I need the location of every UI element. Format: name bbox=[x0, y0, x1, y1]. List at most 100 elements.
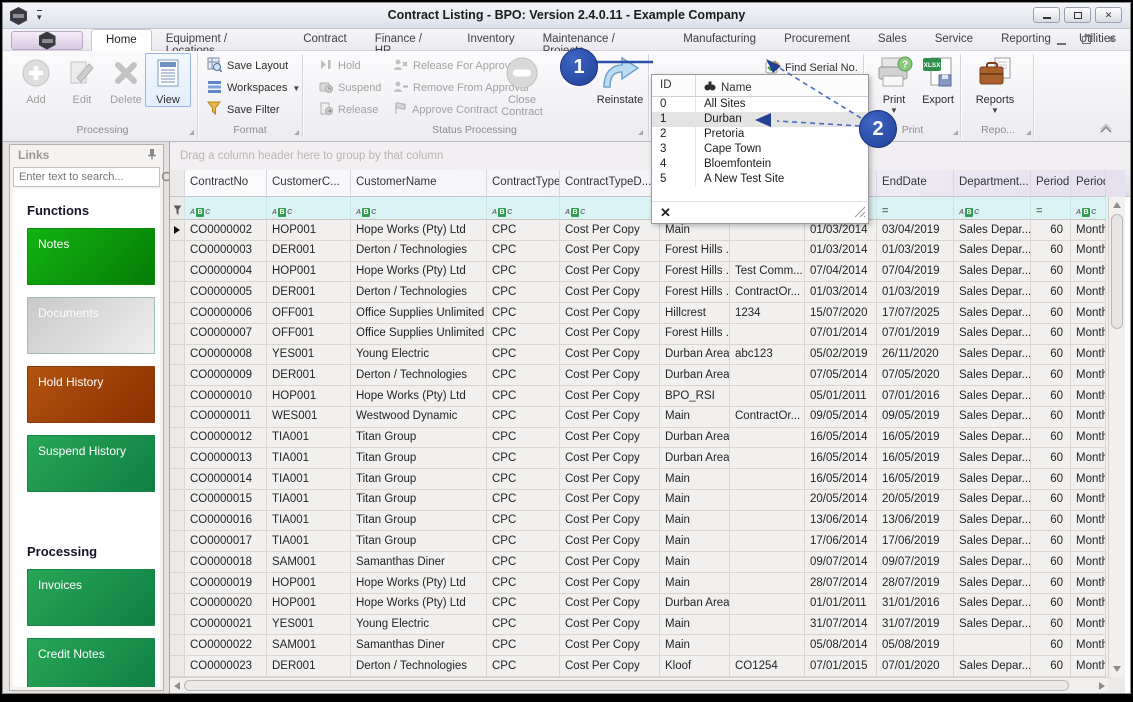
ribbon-restore-icon[interactable] bbox=[1082, 36, 1091, 44]
filter-cell[interactable]: ABC bbox=[351, 197, 487, 220]
tab-maintenance-projects[interactable]: Maintenance / Projects bbox=[529, 29, 670, 51]
tab-home[interactable]: Home bbox=[91, 29, 152, 51]
sidebar-item-hold-history[interactable]: Hold History bbox=[27, 366, 155, 423]
clear-filter-icon[interactable]: ✕ bbox=[660, 205, 671, 221]
tab-finance-hr[interactable]: Finance / HR bbox=[361, 29, 454, 51]
application-button[interactable] bbox=[11, 31, 83, 50]
horizontal-scroll-thumb[interactable] bbox=[184, 680, 1069, 691]
table-row[interactable]: CO0000016TIA001Titan GroupCPCCost Per Co… bbox=[170, 511, 1109, 532]
ribbon-close-icon[interactable]: ✕ bbox=[1107, 33, 1116, 46]
sidebar-item-suspend-history[interactable]: Suspend History bbox=[27, 435, 155, 492]
site-option[interactable]: 4Bloemfontein bbox=[652, 157, 868, 172]
table-row[interactable]: CO0000009DER001Derton / TechnologiesCPCC… bbox=[170, 365, 1109, 386]
dialog-launcher-icon[interactable] bbox=[638, 130, 643, 135]
filter-cell[interactable]: ABC bbox=[267, 197, 351, 220]
table-row[interactable]: CO0000014TIA001Titan GroupCPCCost Per Co… bbox=[170, 469, 1109, 490]
column-header[interactable]: ContractTypeD... bbox=[560, 170, 660, 197]
tab-manufacturing[interactable]: Manufacturing bbox=[669, 29, 770, 51]
save-filter-button[interactable]: Save Filter bbox=[207, 101, 280, 119]
workspaces-button[interactable]: Workspaces▼ bbox=[207, 79, 300, 97]
column-header[interactable]: EndDate bbox=[877, 170, 954, 197]
tab-procurement[interactable]: Procurement bbox=[770, 29, 864, 51]
column-header[interactable]: CustomerC... bbox=[267, 170, 351, 197]
sidebar-item-credit-notes[interactable]: Credit Notes bbox=[27, 638, 155, 687]
table-row[interactable]: CO0000023DER001Derton / TechnologiesCPCC… bbox=[170, 656, 1109, 677]
site-dropdown-col-id[interactable]: ID bbox=[652, 75, 696, 96]
site-option[interactable]: 0All Sites bbox=[652, 97, 868, 112]
scroll-right-icon[interactable] bbox=[1099, 682, 1105, 690]
table-row[interactable]: CO0000012TIA001Titan GroupCPCCost Per Co… bbox=[170, 428, 1109, 449]
print-button[interactable]: ? Print ▼ bbox=[871, 54, 917, 115]
table-row[interactable]: CO0000005DER001Derton / TechnologiesCPCC… bbox=[170, 282, 1109, 303]
table-row[interactable]: CO0000007OFF001Office Supplies Unlimited… bbox=[170, 324, 1109, 345]
table-row[interactable]: CO0000006OFF001Office Supplies Unlimited… bbox=[170, 303, 1109, 324]
column-header[interactable]: PeriodType bbox=[1071, 170, 1106, 197]
filter-cell[interactable]: = bbox=[877, 197, 954, 220]
dialog-launcher-icon[interactable] bbox=[1026, 130, 1031, 135]
filter-cell[interactable]: = bbox=[1031, 197, 1071, 220]
table-row[interactable]: CO0000019HOP001Hope Works (Pty) LtdCPCCo… bbox=[170, 573, 1109, 594]
column-header[interactable]: CustomerName bbox=[351, 170, 487, 197]
table-row[interactable]: CO0000004HOP001Hope Works (Pty) LtdCPCCo… bbox=[170, 262, 1109, 283]
filter-cell[interactable]: ABC bbox=[487, 197, 560, 220]
tab-reporting[interactable]: Reporting bbox=[987, 29, 1065, 51]
sidebar-item-invoices[interactable]: Invoices bbox=[27, 569, 155, 626]
dialog-launcher-icon[interactable] bbox=[953, 130, 958, 135]
export-button[interactable]: XLSX Export bbox=[915, 54, 961, 106]
save-layout-button[interactable]: Save Layout bbox=[207, 57, 288, 75]
search-input[interactable] bbox=[14, 168, 161, 186]
maximize-button[interactable] bbox=[1064, 7, 1091, 23]
tab-service[interactable]: Service bbox=[921, 29, 987, 51]
table-row[interactable]: CO0000002HOP001Hope Works (Pty) LtdCPCCo… bbox=[170, 220, 1109, 241]
dialog-launcher-icon[interactable] bbox=[294, 130, 299, 135]
vertical-scrollbar[interactable] bbox=[1108, 197, 1125, 677]
view-button[interactable]: View bbox=[145, 53, 191, 107]
column-header[interactable]: Department... bbox=[954, 170, 1031, 197]
group-label-processing: Processing bbox=[9, 122, 196, 138]
tab-contract[interactable]: Contract bbox=[289, 29, 360, 51]
ribbon-minimize-icon[interactable] bbox=[1057, 43, 1066, 45]
filter-cell[interactable]: ABC bbox=[560, 197, 660, 220]
filter-cell[interactable]: ABC bbox=[1071, 197, 1106, 220]
table-row[interactable]: CO0000017TIA001Titan GroupCPCCost Per Co… bbox=[170, 531, 1109, 552]
tab-equipment-locations[interactable]: Equipment / Locations bbox=[152, 29, 290, 51]
table-row[interactable]: CO0000018SAM001Samanthas DinerCPCCost Pe… bbox=[170, 552, 1109, 573]
sidebar-item-notes[interactable]: Notes bbox=[27, 228, 155, 285]
column-header[interactable]: Period bbox=[1031, 170, 1071, 197]
site-option[interactable]: 5A New Test Site bbox=[652, 172, 868, 187]
tab-sales[interactable]: Sales bbox=[864, 29, 921, 51]
table-row[interactable]: CO0000008YES001Young ElectricCPCCost Per… bbox=[170, 345, 1109, 366]
filter-cell[interactable]: ABC bbox=[185, 197, 267, 220]
table-row[interactable]: CO0000015TIA001Titan GroupCPCCost Per Co… bbox=[170, 490, 1109, 511]
table-row[interactable]: CO0000022SAM001Samanthas DinerCPCCost Pe… bbox=[170, 635, 1109, 656]
minimize-button[interactable] bbox=[1033, 7, 1060, 23]
tab-inventory[interactable]: Inventory bbox=[453, 29, 528, 51]
site-dropdown-col-name[interactable]: Name bbox=[696, 75, 868, 96]
site-option[interactable]: 1Durban bbox=[652, 112, 868, 127]
table-row[interactable]: CO0000011WES001Westwood DynamicCPCCost P… bbox=[170, 407, 1109, 428]
scroll-up-icon[interactable] bbox=[1113, 202, 1121, 208]
table-row[interactable]: CO0000020HOP001Hope Works (Pty) LtdCPCCo… bbox=[170, 594, 1109, 615]
collapse-ribbon-icon[interactable] bbox=[1099, 121, 1113, 139]
site-option[interactable]: 3Cape Town bbox=[652, 142, 868, 157]
cell: Sales Depar... bbox=[954, 324, 1031, 345]
column-header[interactable]: ContractNo bbox=[185, 170, 267, 197]
sidebar-item-documents[interactable]: Documents bbox=[27, 297, 155, 354]
table-row[interactable]: CO0000003DER001Derton / TechnologiesCPCC… bbox=[170, 241, 1109, 262]
horizontal-scrollbar[interactable] bbox=[170, 677, 1109, 693]
grid-group-panel[interactable]: Drag a column header here to group by th… bbox=[170, 142, 1130, 170]
scroll-down-icon[interactable] bbox=[1113, 666, 1121, 672]
table-row[interactable]: CO0000021YES001Young ElectricCPCCost Per… bbox=[170, 615, 1109, 636]
scroll-left-icon[interactable] bbox=[174, 682, 180, 690]
resize-grip-icon[interactable] bbox=[854, 206, 866, 221]
table-row[interactable]: CO0000013TIA001Titan GroupCPCCost Per Co… bbox=[170, 448, 1109, 469]
dialog-launcher-icon[interactable] bbox=[189, 130, 194, 135]
close-button[interactable]: ✕ bbox=[1095, 7, 1122, 23]
reports-button[interactable]: Reports ▼ bbox=[969, 54, 1021, 115]
vertical-scroll-thumb[interactable] bbox=[1111, 214, 1123, 329]
filter-cell[interactable]: ABC bbox=[954, 197, 1031, 220]
table-row[interactable]: CO0000010HOP001Hope Works (Pty) LtdCPCCo… bbox=[170, 386, 1109, 407]
column-header[interactable]: ContractType bbox=[487, 170, 560, 197]
site-option[interactable]: 2Pretoria bbox=[652, 127, 868, 142]
pin-icon[interactable] bbox=[147, 148, 157, 163]
